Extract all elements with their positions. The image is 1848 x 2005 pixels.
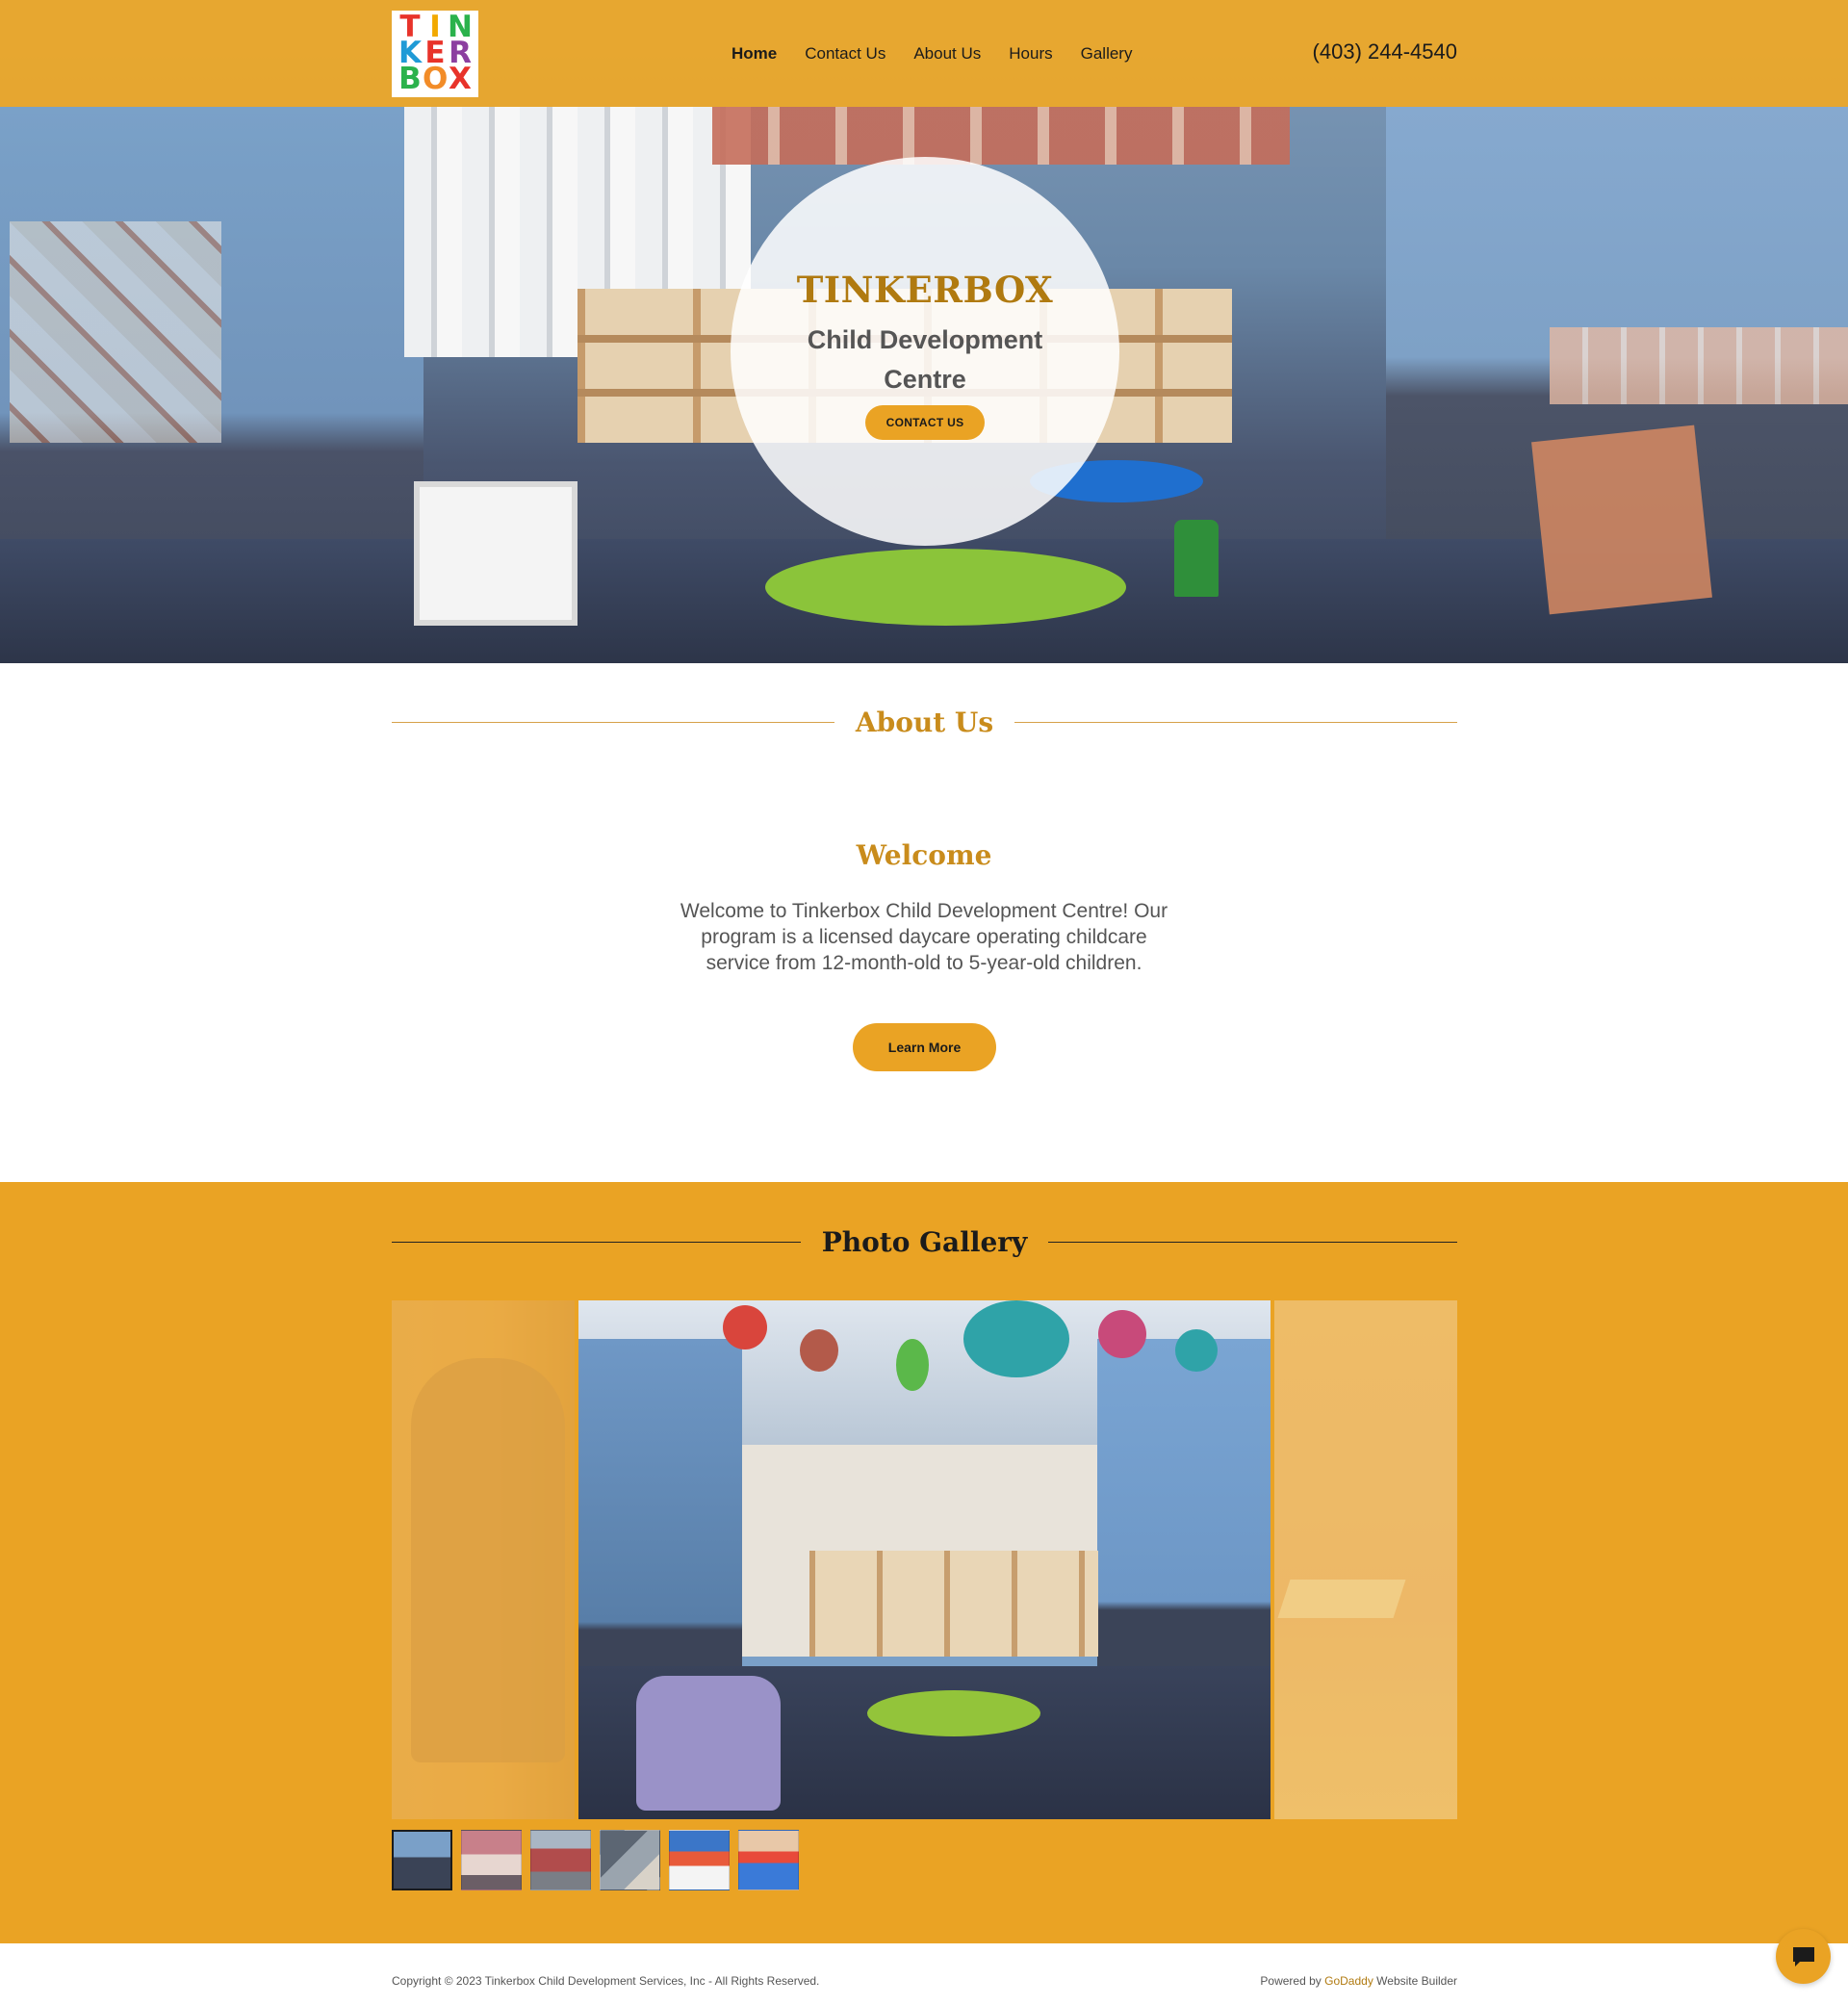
about-heading: About Us [392, 707, 1458, 738]
hero-photo-posters [10, 221, 221, 443]
welcome-text: Welcome to Tinkerbox Child Development C… [680, 900, 1168, 974]
gallery-photo-lantern [1175, 1329, 1218, 1372]
copyright-text: Copyright © 2023 Tinkerbox Child Develop… [392, 1974, 820, 1988]
chat-button[interactable] [1776, 1929, 1831, 1984]
about-heading-text: About Us [855, 707, 994, 738]
hero-photo-welcome-banner [712, 107, 1290, 165]
gallery-photo-lantern [723, 1305, 767, 1350]
powered-suffix: Website Builder [1376, 1974, 1457, 1988]
heading-divider [1014, 722, 1458, 723]
nav-gallery[interactable]: Gallery [1081, 44, 1133, 64]
logo-letter: X [449, 62, 472, 96]
gallery-photo-lantern [963, 1300, 1069, 1377]
learn-more-button[interactable]: Learn More [853, 1023, 996, 1071]
gallery-thumbnail[interactable] [392, 1830, 452, 1890]
gallery-thumbnail[interactable] [461, 1830, 522, 1890]
powered-prefix: Powered by [1260, 1974, 1322, 1988]
logo-row: BOX [398, 62, 473, 96]
gallery-heading: Photo Gallery [392, 1226, 1458, 1258]
hero-photo-child-photos [1550, 327, 1848, 404]
gallery-prev-slide[interactable] [392, 1300, 575, 1819]
main-nav: Home Contact Us About Us Hours Gallery [732, 0, 1132, 107]
gallery-thumbnails [392, 1830, 799, 1890]
site-header: TIN KER BOX Home Contact Us About Us Hou… [0, 0, 1848, 107]
gallery-photo-lantern [800, 1329, 838, 1372]
nav-about-us[interactable]: About Us [913, 44, 981, 64]
nav-contact-us[interactable]: Contact Us [805, 44, 886, 64]
gallery-photo-lantern [896, 1339, 929, 1391]
hero-photo-green-table [765, 549, 1126, 626]
nav-hours[interactable]: Hours [1009, 44, 1052, 64]
gallery-thumbnail[interactable] [600, 1830, 660, 1890]
heading-divider [392, 722, 834, 723]
gallery-current-slide[interactable] [578, 1300, 1270, 1819]
hero-title: TINKERBOX [796, 269, 1054, 311]
heading-divider [392, 1242, 801, 1243]
hero-photo-wall-chart [1531, 424, 1712, 615]
hero-photo-play-kitchen [414, 481, 578, 626]
godaddy-link[interactable]: GoDaddy [1324, 1974, 1373, 1988]
logo-letter: B [398, 62, 422, 96]
slide-overlay [1274, 1300, 1457, 1819]
gallery-photo-shelf [809, 1551, 1098, 1657]
gallery-photo-lantern [1098, 1310, 1146, 1358]
tinkerbox-logo[interactable]: TIN KER BOX [392, 11, 478, 97]
hero-photo-stool [1174, 520, 1219, 597]
gallery-photo-chair [636, 1676, 781, 1811]
powered-by: Powered by GoDaddy Website Builder [1260, 1974, 1457, 1988]
gallery-photo-table [867, 1690, 1040, 1736]
site-footer [0, 1943, 1848, 2005]
gallery-thumbnail[interactable] [530, 1830, 591, 1890]
slide-overlay [392, 1300, 575, 1819]
gallery-thumbnail[interactable] [738, 1830, 799, 1890]
phone-number[interactable]: (403) 244-4540 [1313, 39, 1457, 64]
nav-home[interactable]: Home [732, 44, 777, 64]
hero-contact-button[interactable]: CONTACT US [864, 405, 986, 440]
heading-divider [1048, 1242, 1458, 1243]
hero-subtitle: Child Development Centre [807, 325, 1043, 394]
hero-circle-card: TINKERBOX Child Development Centre CONTA… [731, 157, 1119, 546]
chat-bubble-icon [1792, 1946, 1814, 1966]
welcome-title: Welcome [856, 839, 992, 871]
gallery-next-slide[interactable] [1274, 1300, 1457, 1819]
gallery-heading-text: Photo Gallery [821, 1226, 1028, 1258]
gallery-thumbnail[interactable] [669, 1830, 730, 1890]
logo-letter: O [423, 62, 449, 96]
